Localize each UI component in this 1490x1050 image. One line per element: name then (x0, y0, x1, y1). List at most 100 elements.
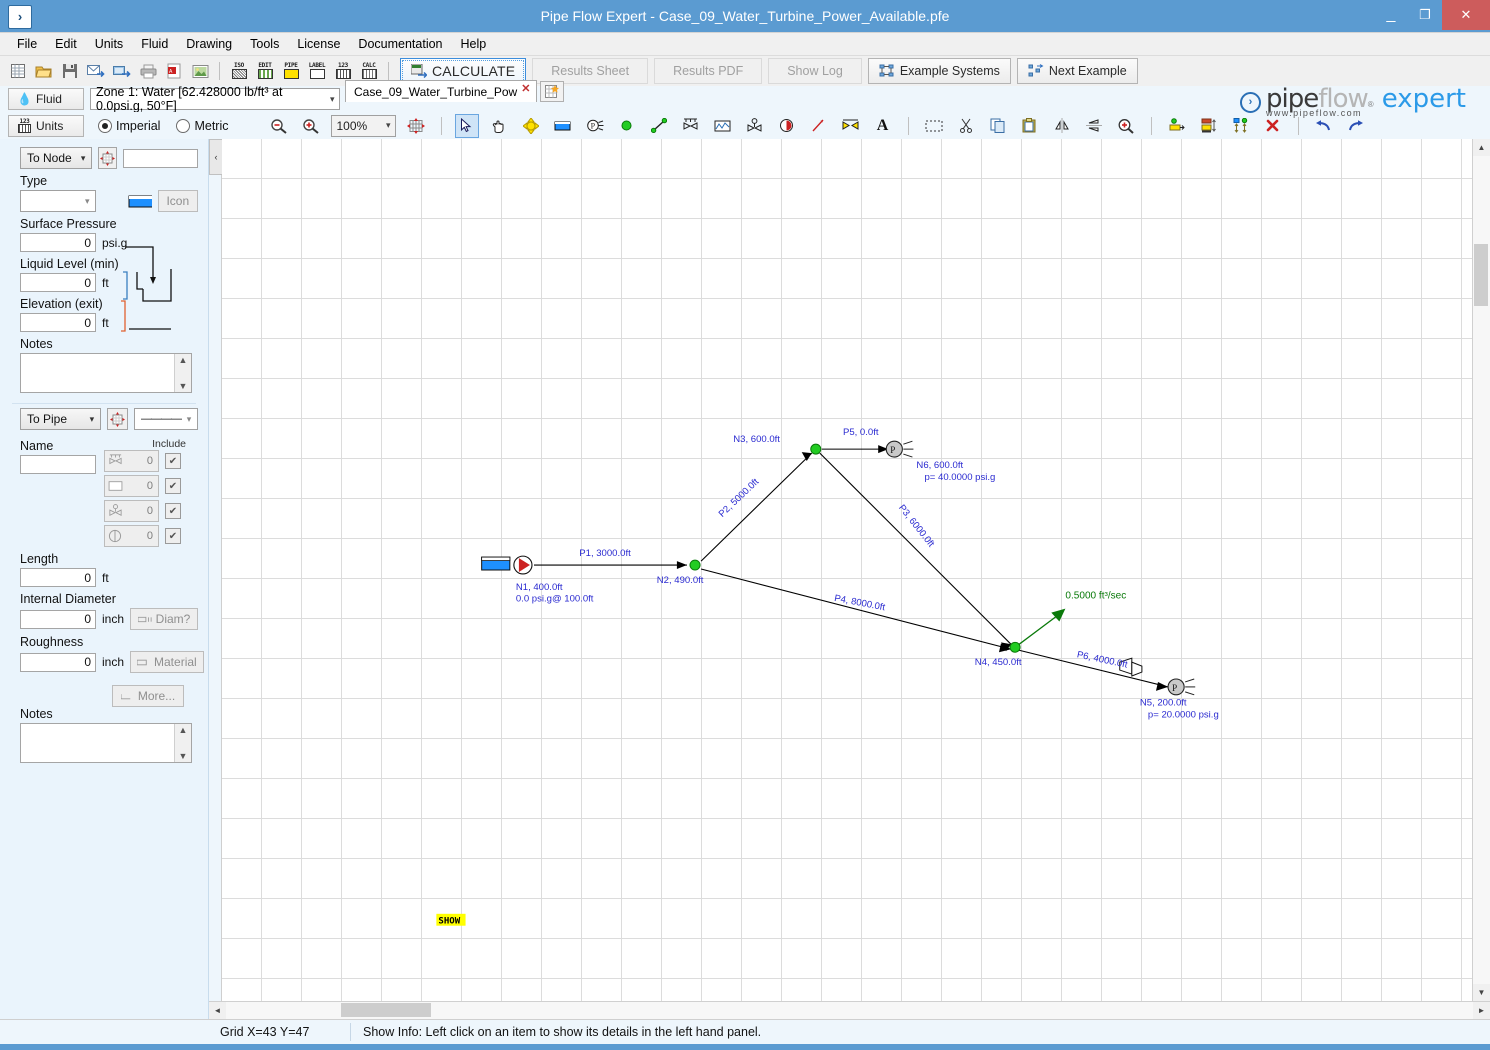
menu-license[interactable]: License (288, 35, 349, 53)
component-include-checkbox[interactable]: ✔ (165, 478, 181, 494)
zoom-in-icon[interactable] (299, 114, 323, 138)
node-selector[interactable]: To Node ▾ (20, 147, 93, 169)
diameter-button[interactable]: Diam? (130, 608, 198, 630)
vertical-scroll-thumb[interactable] (1474, 244, 1488, 306)
node-n5-pressure[interactable]: P (1167, 678, 1196, 696)
tank-icon[interactable] (551, 114, 575, 138)
iso-icon[interactable]: ISO (227, 59, 251, 83)
pipe-length-input[interactable] (20, 568, 96, 587)
results-pdf-button[interactable]: Results PDF (654, 58, 763, 84)
pipe-draw-icon[interactable] (647, 114, 671, 138)
node-name-input[interactable] (123, 148, 198, 168)
node-n3-joint[interactable] (810, 443, 822, 455)
surface-pressure-input[interactable] (20, 233, 96, 252)
maximize-button[interactable]: ❐ (1408, 0, 1442, 30)
pipe-name-input[interactable] (20, 455, 96, 474)
menu-documentation[interactable]: Documentation (349, 35, 451, 53)
elevation-input[interactable] (20, 313, 96, 332)
pipe-notes-scrollbar[interactable]: ▲ ▼ (174, 724, 191, 762)
save-icon[interactable] (58, 59, 82, 83)
pipe-grid-target-icon[interactable] (106, 408, 128, 430)
fluid-zone-select[interactable]: Zone 1: Water [62.428000 lb/ft³ at 0.0ps… (90, 85, 340, 113)
material-button[interactable]: Material (130, 651, 204, 673)
canvas-horizontal-scrollbar[interactable]: ◄ ► (209, 1001, 1490, 1019)
vertical-scroll-track[interactable] (1473, 156, 1490, 984)
open-folder-icon[interactable] (32, 59, 56, 83)
new-tab-button[interactable] (540, 81, 565, 102)
pipe-icon[interactable]: PIPE (279, 59, 303, 83)
flip-vertical-icon[interactable] (1050, 114, 1074, 138)
close-tab-icon[interactable]: ✕ (521, 82, 530, 95)
control-valve-icon[interactable] (743, 114, 767, 138)
node-n1-tank[interactable] (481, 555, 533, 575)
units-button[interactable]: 123 Units (8, 114, 84, 137)
pressure-node-icon[interactable]: P (583, 114, 607, 138)
text-tool-icon[interactable]: A (871, 114, 895, 138)
move-icon[interactable] (519, 114, 543, 138)
valve-include-checkbox[interactable]: ✔ (165, 503, 181, 519)
horizontal-scroll-track[interactable] (226, 1002, 1473, 1019)
menu-help[interactable]: Help (452, 35, 496, 53)
pump-count-button[interactable]: 0 (104, 525, 159, 547)
scroll-right-icon[interactable]: ► (1473, 1002, 1490, 1018)
pipe-line-style-select[interactable]: ———— ▾ (134, 408, 198, 430)
fittings-include-checkbox[interactable]: ✔ (165, 453, 181, 469)
scroll-up-icon[interactable]: ▲ (1473, 139, 1490, 156)
next-example-button[interactable]: Next Example (1016, 58, 1138, 84)
node-icon-button[interactable]: Icon (157, 190, 198, 212)
edit-icon[interactable]: EDIT (253, 59, 277, 83)
internal-diameter-input[interactable] (20, 609, 96, 629)
example-systems-button[interactable]: Example Systems (867, 58, 1011, 84)
node-type-select[interactable]: ▾ (20, 190, 97, 212)
fit-to-window-icon[interactable] (404, 114, 428, 138)
metric-radio[interactable]: Metric (176, 118, 229, 133)
pump-icon[interactable] (775, 114, 799, 138)
component-count-button[interactable]: 0 (104, 475, 159, 497)
demand-icon[interactable] (839, 114, 863, 138)
menu-fluid[interactable]: Fluid (132, 35, 177, 53)
pan-hand-icon[interactable] (487, 114, 511, 138)
align-node-icon[interactable] (1165, 114, 1189, 138)
menu-edit[interactable]: Edit (46, 35, 86, 53)
node-grid-target-icon[interactable] (98, 147, 117, 169)
cut-icon[interactable] (954, 114, 978, 138)
fluid-button[interactable]: 💧 Fluid (8, 88, 84, 110)
zoom-area-icon[interactable] (1114, 114, 1138, 138)
email-icon[interactable] (84, 59, 108, 83)
copy-icon[interactable] (986, 114, 1010, 138)
minimize-button[interactable]: _ (1374, 0, 1408, 30)
export-icon[interactable] (110, 59, 134, 83)
collapse-panel-button[interactable]: ‹ (209, 139, 223, 175)
zoom-out-icon[interactable] (267, 114, 291, 138)
scroll-left-icon[interactable]: ◄ (209, 1002, 226, 1018)
canvas-vertical-scrollbar[interactable]: ▲ ▼ (1472, 139, 1490, 1001)
paste-icon[interactable] (1018, 114, 1042, 138)
image-export-icon[interactable] (188, 59, 212, 83)
drawing-canvas[interactable]: P P N1, 400.0ft 0.0 psi.g@ 100.0ft N2, 4… (222, 139, 1472, 1001)
component-icon[interactable] (711, 114, 735, 138)
roughness-input[interactable] (20, 652, 96, 672)
menu-units[interactable]: Units (86, 35, 132, 53)
flip-horizontal-icon[interactable] (1082, 114, 1106, 138)
show-log-button[interactable]: Show Log (768, 58, 862, 84)
menu-tools[interactable]: Tools (241, 35, 288, 53)
scroll-down-icon[interactable]: ▼ (1473, 984, 1490, 1001)
file-tab[interactable]: Case_09_Water_Turbine_Pow ✕ (345, 80, 538, 102)
close-button[interactable]: ✕ (1442, 0, 1490, 30)
menu-file[interactable]: File (8, 35, 46, 53)
pipe-notes-field[interactable]: ▲ ▼ (20, 723, 192, 763)
label-icon[interactable]: LABEL (305, 59, 329, 83)
flow-arrow-icon[interactable] (807, 114, 831, 138)
new-file-icon[interactable] (6, 59, 30, 83)
valve-count-button[interactable]: 0 (104, 500, 159, 522)
horizontal-scroll-thumb[interactable] (341, 1003, 431, 1017)
node-n6-pressure[interactable]: P (885, 440, 914, 458)
menu-drawing[interactable]: Drawing (177, 35, 241, 53)
distribute-horizontal-icon[interactable] (1197, 114, 1221, 138)
node-n2-joint[interactable] (689, 559, 701, 571)
pump-include-checkbox[interactable]: ✔ (165, 528, 181, 544)
pipe-selector[interactable]: To Pipe ▾ (20, 408, 101, 430)
more-button[interactable]: More... (112, 685, 184, 707)
join-point-icon[interactable] (615, 114, 639, 138)
marquee-select-icon[interactable] (922, 114, 946, 138)
